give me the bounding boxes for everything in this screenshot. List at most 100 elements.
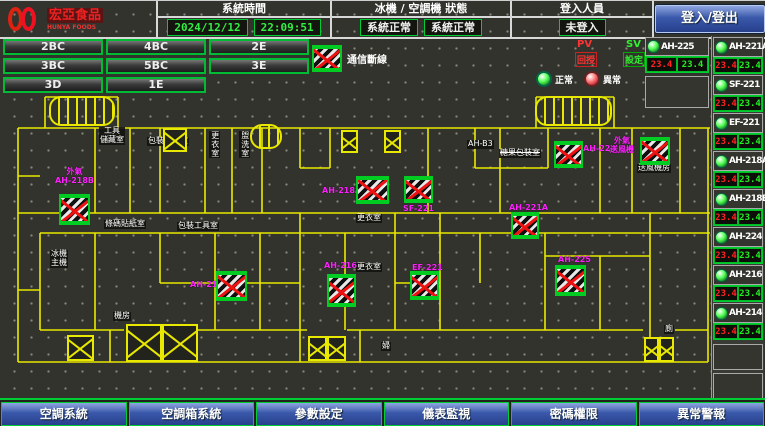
floor-button-4BC[interactable]: 4BC bbox=[106, 39, 206, 55]
door-x-symbol bbox=[644, 337, 674, 362]
door-x-icon bbox=[645, 345, 658, 356]
sv-value: 23.4 bbox=[738, 96, 762, 111]
logo: 宏亞食品 HUNYA FOODS bbox=[0, 1, 158, 37]
legend-abnormal: 異常 bbox=[584, 71, 621, 87]
ahu-values: 23.423.4 bbox=[713, 171, 763, 188]
ahu-map-icon-AH-224[interactable] bbox=[554, 141, 583, 168]
door-x-icon bbox=[126, 329, 162, 358]
pv-name-label: 回授 bbox=[575, 52, 597, 67]
ahu-name-row[interactable]: SF-221 bbox=[713, 75, 763, 95]
door-x-symbol bbox=[163, 128, 187, 152]
floor-button-2BC[interactable]: 2BC bbox=[3, 39, 103, 55]
pv-value: 23.4 bbox=[714, 286, 738, 301]
floor-button-3D[interactable]: 3D bbox=[3, 77, 103, 93]
time-value: 22:09:51 bbox=[254, 19, 321, 36]
login-button-section: 登入/登出 bbox=[654, 1, 765, 37]
ahu-values: 23.423.4 bbox=[713, 323, 763, 340]
equipment-label: AH-225 bbox=[558, 255, 591, 264]
floor-button-3E[interactable]: 3E bbox=[209, 58, 309, 74]
pv-header: PV bbox=[577, 39, 592, 50]
ahu-name-row[interactable]: AH-214 bbox=[713, 303, 763, 323]
system-time-label: 系統時間 bbox=[158, 1, 330, 18]
nav-button-異常警報[interactable]: 異常警報 bbox=[639, 402, 765, 426]
empty-slot bbox=[645, 76, 709, 108]
equipment-label: AH-224 bbox=[583, 144, 616, 153]
ahu-map-icon-AH-216[interactable] bbox=[327, 274, 356, 307]
ahu-item: AH-21623.423.4 bbox=[713, 265, 763, 302]
floor-button-2E[interactable]: 2E bbox=[209, 39, 309, 55]
door-x-icon bbox=[163, 132, 186, 151]
ahu-map-icon-外氣-AH-218B[interactable] bbox=[59, 194, 90, 225]
floor-button-5BC[interactable]: 5BC bbox=[106, 58, 206, 74]
nav-button-空調箱系統[interactable]: 空調箱系統 bbox=[129, 402, 255, 426]
stairs-icon bbox=[49, 96, 115, 126]
abnormal-led-icon bbox=[584, 71, 600, 87]
chiller-status: 系統正常 bbox=[360, 19, 418, 36]
ahu-values: 23.423.4 bbox=[713, 95, 763, 112]
system-time-section: 系統時間 2024/12/12 22:09:51 bbox=[158, 1, 332, 37]
login-status: 未登入 bbox=[559, 19, 606, 36]
door-x-icon bbox=[328, 342, 346, 357]
door-x-symbol bbox=[126, 324, 198, 362]
floor-button-1E[interactable]: 1E bbox=[106, 77, 206, 93]
door-x-icon bbox=[385, 136, 401, 149]
abnormal-label: 異常 bbox=[603, 73, 621, 86]
bottom-nav: 空調系統空調箱系統參數設定儀表監視密碼權限異常警報 bbox=[0, 398, 765, 426]
ahu-name-row[interactable]: AH-221A bbox=[713, 37, 763, 57]
door-x-symbol bbox=[341, 130, 358, 153]
equipment-label: AH-221A bbox=[509, 203, 548, 212]
ahu-name-row[interactable]: AH-225 bbox=[645, 37, 709, 56]
stairs-icon bbox=[250, 124, 282, 149]
room-label: 工具 儲藏室 bbox=[99, 127, 125, 145]
room-label: 糖果包裝室 bbox=[499, 149, 541, 158]
logo-subtext: HUNYA FOODS bbox=[47, 25, 103, 31]
ahu-label: AH-214 bbox=[729, 308, 762, 318]
ahu-item: SF-22123.423.4 bbox=[713, 75, 763, 112]
door-x-cell bbox=[163, 128, 187, 152]
ahu-map-icon-外氣-送風機[interactable] bbox=[640, 137, 670, 165]
floor-button-3BC[interactable]: 3BC bbox=[3, 58, 103, 74]
status-led-icon bbox=[715, 117, 728, 130]
pv-sv-names: 回授 設定 bbox=[575, 52, 645, 67]
pv-value: 23.4 bbox=[714, 134, 738, 149]
ahu-map-icon-SF-221[interactable] bbox=[404, 176, 433, 203]
ahu-name-row[interactable]: AH-224 bbox=[713, 227, 763, 247]
door-x-cell bbox=[341, 130, 358, 153]
ahu-name-row[interactable]: AH-216 bbox=[713, 265, 763, 285]
ahu-label: AH-225 bbox=[661, 42, 694, 52]
status-led-icon bbox=[715, 269, 728, 282]
login-person-section: 登入人員 未登入 bbox=[512, 1, 654, 37]
nav-button-空調系統[interactable]: 空調系統 bbox=[1, 402, 127, 426]
door-x-symbol bbox=[308, 336, 346, 361]
ahu-map-icon-EF-221[interactable] bbox=[410, 271, 439, 300]
nav-button-參數設定[interactable]: 參數設定 bbox=[256, 402, 382, 426]
sv-value: 23.4 bbox=[738, 172, 762, 187]
company-logo-icon bbox=[8, 6, 42, 32]
room-label: 廁 bbox=[664, 325, 674, 334]
status-led-icon bbox=[715, 41, 728, 54]
room-label: 機房 bbox=[113, 312, 131, 321]
pv-sv-headers: PV SV bbox=[577, 39, 641, 50]
ahu-values: 23.423.4 bbox=[713, 209, 763, 226]
equipment-label: SF-221 bbox=[403, 204, 434, 213]
door-x-cell bbox=[384, 130, 401, 153]
ahu-name-row[interactable]: EF-221 bbox=[713, 113, 763, 133]
ahu-map-icon-AH-218A[interactable] bbox=[356, 176, 389, 204]
nav-button-密碼權限[interactable]: 密碼權限 bbox=[511, 402, 637, 426]
empty-slot bbox=[713, 373, 763, 399]
ahu-name-row[interactable]: AH-218A bbox=[713, 151, 763, 171]
ahu-map-icon-AH-225[interactable] bbox=[555, 265, 586, 296]
door-x-icon bbox=[309, 342, 327, 357]
door-x-symbol bbox=[384, 130, 401, 153]
ahu-values: 23.423.4 bbox=[713, 133, 763, 150]
ahu-map-icon-AH-221A[interactable] bbox=[511, 212, 539, 239]
nav-button-儀表監視[interactable]: 儀表監視 bbox=[384, 402, 510, 426]
ahu-item: AH-218B23.423.4 bbox=[713, 189, 763, 226]
login-logout-button[interactable]: 登入/登出 bbox=[655, 5, 765, 33]
door-x-icon bbox=[328, 342, 346, 357]
ahu-map-icon-AH-214[interactable] bbox=[216, 271, 247, 301]
pv-value: 23.4 bbox=[714, 172, 738, 187]
ahu-name-row[interactable]: AH-218B bbox=[713, 189, 763, 209]
ahu-values: 23.423.4 bbox=[713, 285, 763, 302]
ahu-item: AH-22423.423.4 bbox=[713, 227, 763, 264]
